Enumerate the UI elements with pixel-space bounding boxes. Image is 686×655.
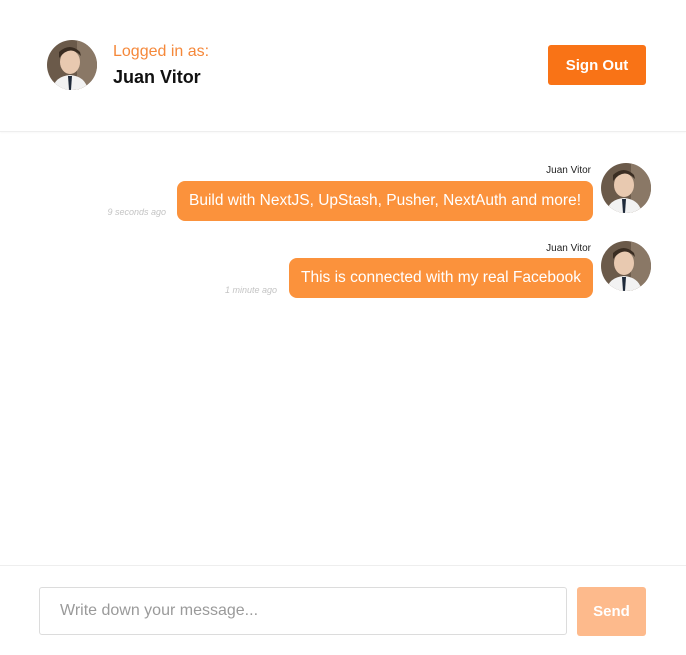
message-bubble: This is connected with my real Facebook bbox=[289, 258, 593, 298]
send-button[interactable]: Send bbox=[577, 587, 646, 636]
message-list: Juan Vitor 9 seconds ago Build with Next… bbox=[0, 132, 686, 564]
sign-out-button[interactable]: Sign Out bbox=[548, 45, 646, 85]
message-timestamp: 1 minute ago bbox=[224, 285, 277, 295]
message-sender: Juan Vitor bbox=[546, 165, 591, 176]
message-avatar bbox=[601, 163, 651, 213]
user-avatar bbox=[47, 40, 97, 90]
avatar-photo-icon bbox=[601, 163, 651, 213]
header: Logged in as: Juan Vitor Sign Out bbox=[0, 0, 686, 132]
current-user-name: Juan Vitor bbox=[113, 67, 201, 87]
message-sender: Juan Vitor bbox=[546, 243, 591, 254]
message-timestamp: 9 seconds ago bbox=[107, 207, 166, 217]
avatar-photo-icon bbox=[47, 40, 97, 90]
message-bubble: Build with NextJS, UpStash, Pusher, Next… bbox=[177, 181, 593, 221]
message-avatar bbox=[601, 241, 651, 291]
logged-in-label: Logged in as: bbox=[113, 43, 210, 60]
avatar-photo-icon bbox=[601, 241, 651, 291]
chat-app: Logged in as: Juan Vitor Sign Out Juan V… bbox=[0, 0, 686, 655]
message-composer: Send bbox=[0, 565, 686, 655]
message-input[interactable] bbox=[39, 587, 567, 635]
